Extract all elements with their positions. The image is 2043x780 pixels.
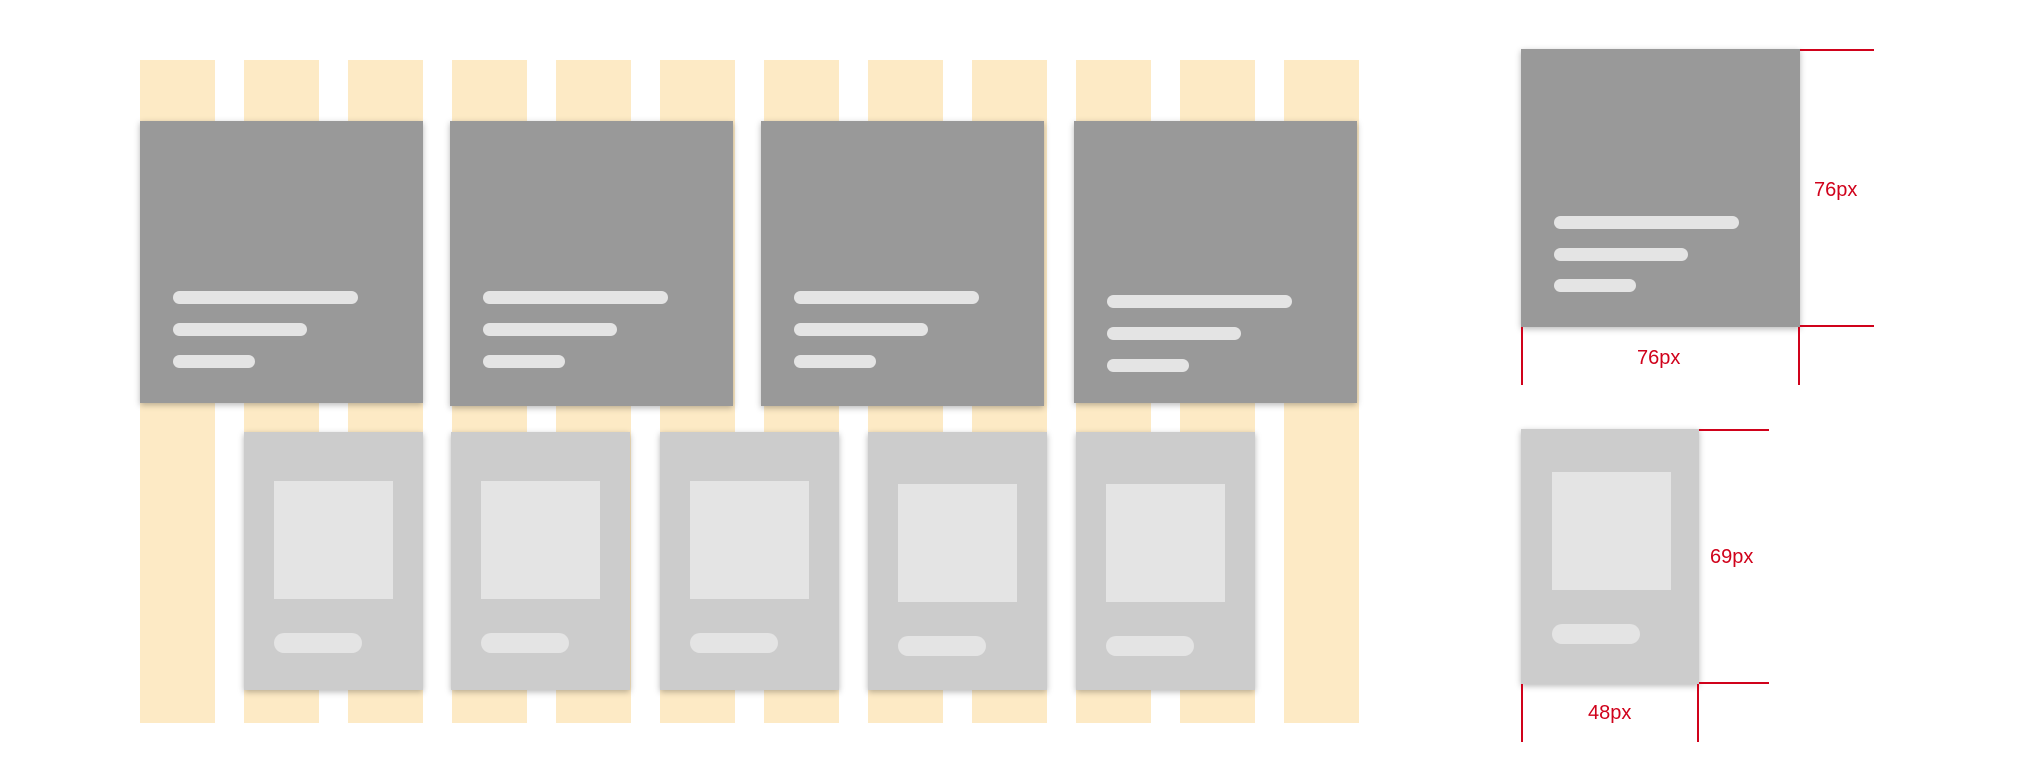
caption-placeholder [1552,624,1640,644]
text-line-placeholder [1554,279,1636,292]
small-card-width-label: 48px [1588,702,1632,724]
large-card-height-label: 76px [1814,179,1858,201]
large-card [761,121,1044,406]
height-guide-bottom [1699,682,1769,684]
large-card [140,121,423,403]
caption-placeholder [1106,636,1194,656]
height-guide-top [1800,49,1874,51]
large-card [450,121,733,406]
thumbnail-placeholder [1106,484,1225,602]
thumbnail-placeholder [690,481,809,599]
thumbnail-placeholder [898,484,1017,602]
width-guide-left [1521,327,1523,385]
text-line-placeholder [483,355,565,368]
thumbnail-placeholder [481,481,600,599]
caption-placeholder [481,633,569,653]
text-line-placeholder [794,323,928,336]
large-card [1074,121,1357,403]
thumbnail-placeholder [274,481,393,599]
height-guide-bottom [1800,325,1874,327]
height-guide-top [1699,429,1769,431]
small-card-height-label: 69px [1710,546,1754,568]
card-grid-diagram: 76px 76px 69px 48px [0,0,2043,780]
text-line-placeholder [1107,327,1241,340]
small-card [660,432,839,690]
width-guide-right [1697,684,1699,742]
thumbnail-placeholder [1552,472,1671,590]
caption-placeholder [898,636,986,656]
large-card-example [1521,49,1800,327]
caption-placeholder [274,633,362,653]
width-guide-right [1798,327,1800,385]
text-line-placeholder [794,291,979,304]
text-line-placeholder [1107,295,1292,308]
text-line-placeholder [173,323,307,336]
text-line-placeholder [1554,248,1688,261]
text-line-placeholder [173,355,255,368]
small-card [868,432,1047,690]
text-line-placeholder [483,323,617,336]
width-guide-left [1521,684,1523,742]
text-line-placeholder [1107,359,1189,372]
small-card [1076,432,1255,690]
text-line-placeholder [794,355,876,368]
caption-placeholder [690,633,778,653]
text-line-placeholder [483,291,668,304]
text-line-placeholder [1554,216,1739,229]
small-card-example [1521,429,1699,684]
large-card-width-label: 76px [1637,347,1681,369]
small-card [244,432,423,690]
small-card [451,432,630,690]
text-line-placeholder [173,291,358,304]
